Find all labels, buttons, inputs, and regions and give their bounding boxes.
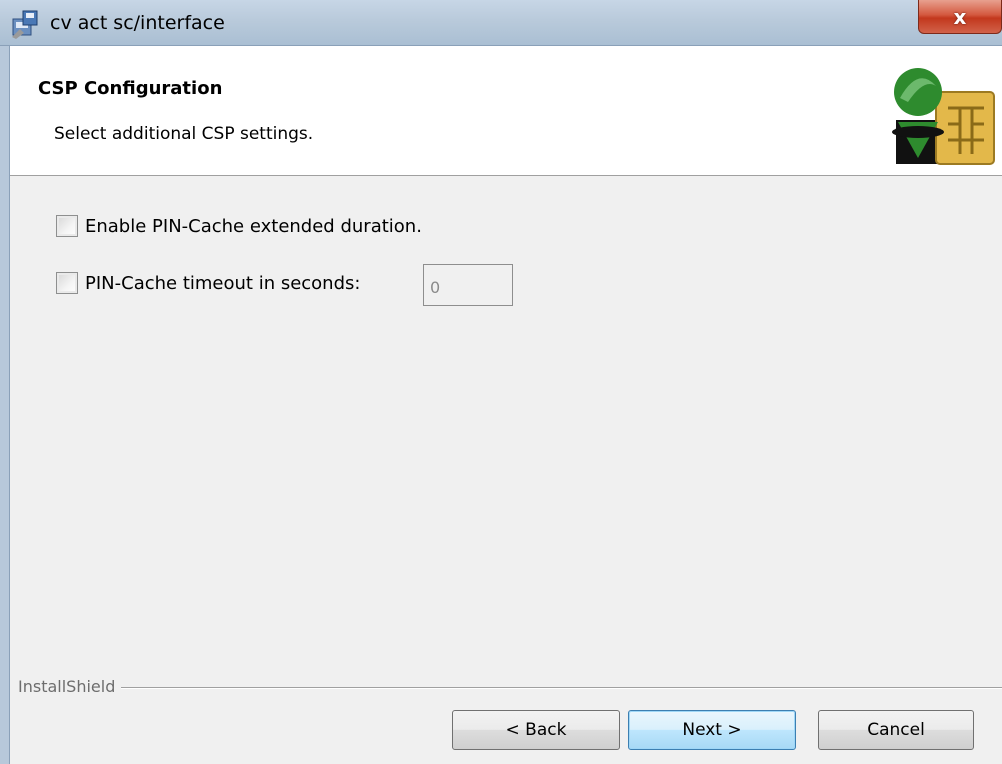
window-title: cv act sc/interface [50,12,225,34]
header-banner: CSP Configuration Select additional CSP … [10,46,1002,176]
dialog-content: Enable PIN-Cache extended duration. PIN-… [10,177,1002,667]
next-button[interactable]: Next > [628,710,796,750]
page-subtitle: Select additional CSP settings. [54,124,314,144]
page-title: CSP Configuration [38,78,223,99]
extended-duration-option[interactable]: Enable PIN-Cache extended duration. [56,215,422,237]
title-bar: cv act sc/interface x [0,0,1002,46]
footer-divider [121,686,1002,689]
timeout-seconds-input[interactable] [423,264,513,306]
timeout-checkbox[interactable] [56,272,78,294]
smartcard-logo-icon [892,68,995,165]
extended-duration-checkbox[interactable] [56,215,78,237]
close-button[interactable]: x [918,0,1002,34]
installer-app-icon [12,10,38,39]
installshield-label: InstallShield [18,677,116,696]
window-frame-left [0,46,10,764]
close-icon: x [953,4,967,29]
back-button[interactable]: < Back [452,710,620,750]
timeout-label[interactable]: PIN-Cache timeout in seconds: [85,273,360,294]
timeout-option[interactable]: PIN-Cache timeout in seconds: [56,272,360,294]
installshield-brand: InstallShield [10,677,1002,696]
extended-duration-label[interactable]: Enable PIN-Cache extended duration. [85,216,422,237]
cancel-button[interactable]: Cancel [818,710,974,750]
